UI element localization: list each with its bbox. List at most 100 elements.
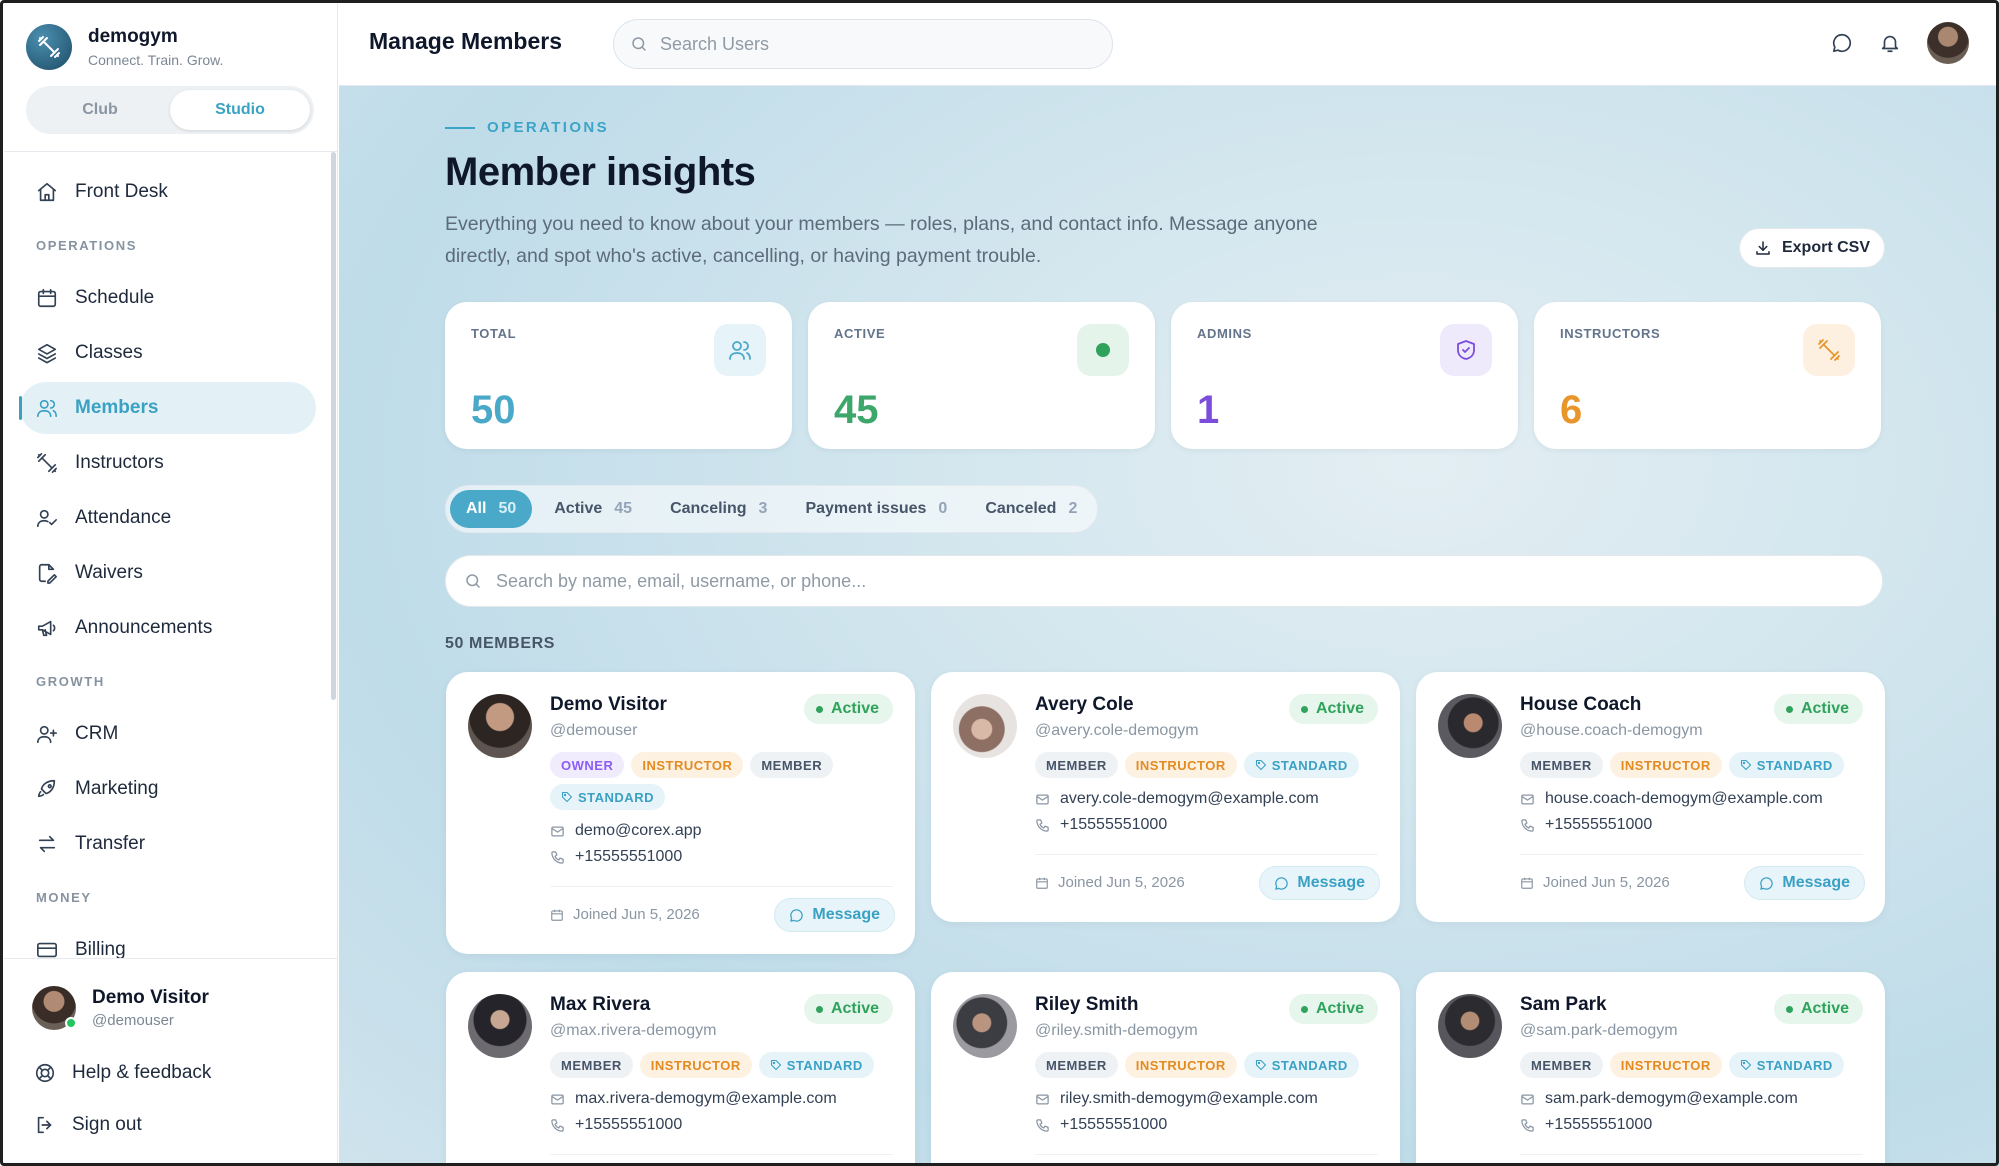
sidebar-nav: Front Desk OPERATIONS Schedule Classes M… [19,166,316,979]
main-content: OPERATIONS Member insights Everything yo… [339,86,1999,1166]
sidebar-item-attendance[interactable]: Attendance [20,492,316,544]
status-badge: Active [803,694,893,724]
brand[interactable]: demogym Connect. Train. Grow. [26,24,223,70]
phone-icon [1521,818,1534,832]
avatar [468,994,532,1058]
brand-logo-icon [26,24,72,70]
joined-date: Joined Jun 5, 2026 [550,906,700,923]
tab-count: 2 [1068,500,1078,517]
status-filter-tabs: All 50 Active 45 Canceling 3 Payment issues… [445,485,1099,533]
role-tags: MEMBER INSTRUCTOR STANDARD [1520,1052,1870,1078]
status-dot-icon [815,1005,823,1013]
plan-label: STANDARD [1271,757,1348,773]
phone-icon [1036,1118,1049,1132]
page-description: Everything you need to know about your m… [445,213,1318,267]
role-tags: MEMBER INSTRUCTOR STANDARD [550,1052,900,1078]
online-indicator [65,1017,77,1029]
tab-label: All [466,500,487,517]
tab-canceled[interactable]: Canceled 2 [969,490,1093,528]
search-icon [630,35,648,53]
sidebar-item-crm[interactable]: CRM [20,708,316,760]
tab-payment-issues[interactable]: Payment issues 0 [789,490,963,528]
joined-date: Joined Jun 5, 2026 [1035,874,1185,891]
user-plus-icon [36,723,58,745]
member-card[interactable]: Demo Visitor @demouser Active OWNER INST… [446,672,915,954]
user-search-input[interactable]: Search Users [613,19,1113,69]
status-badge: Active [803,994,893,1024]
sidebar-scrollbar[interactable] [331,152,336,700]
role-tags: MEMBER INSTRUCTOR STANDARD [1035,1052,1385,1078]
export-csv-button[interactable]: Export CSV [1739,228,1885,268]
member-username: @avery.cole-demogym [1035,722,1199,739]
role-tag-instructor: INSTRUCTOR [1124,1052,1237,1078]
message-button[interactable]: Message [1744,866,1865,900]
phone-text: +15555551000 [1060,816,1168,833]
section-eyebrow: OPERATIONS [445,119,609,136]
tab-label: Canceled [985,500,1057,517]
current-user[interactable]: Demo Visitor @demouser [32,986,209,1030]
avatar [32,986,77,1030]
role-tag-instructor: INSTRUCTOR [1609,1052,1722,1078]
status-dot-icon [1077,324,1129,376]
status-badge: Active [1288,694,1378,724]
tab-label: Payment issues [805,500,927,517]
page-title: Manage Members [369,28,563,54]
tab-active[interactable]: Active 45 [538,490,648,528]
help-feedback-link[interactable]: Help & feedback [34,1062,211,1084]
phone-icon [1036,818,1049,832]
member-card[interactable]: Sam Park @sam.park-demogym Active MEMBER… [1416,972,1885,1166]
message-button[interactable]: Message [1259,866,1380,900]
member-name: Avery Cole [1035,694,1134,715]
plan-tag: STANDARD [1243,1052,1359,1078]
sidebar-item-classes[interactable]: Classes [20,327,316,379]
member-phone: +15555551000 [1035,816,1167,834]
sidebar-item-front-desk[interactable]: Front Desk [20,166,316,218]
role-tag-member: MEMBER [1520,752,1603,778]
chat-icon [1760,876,1774,890]
phone-icon [551,850,564,864]
sidebar-item-members[interactable]: Members [19,382,316,434]
member-search-input[interactable]: Search by name, email, username, or phon… [445,555,1883,607]
section-heading-money: MONEY [36,890,92,905]
avatar [1438,694,1502,758]
sign-out-label: Sign out [72,1114,142,1135]
member-card[interactable]: House Coach @house.coach-demogym Active … [1416,672,1885,922]
eyebrow-line [445,126,475,129]
chat-icon[interactable] [1831,32,1853,54]
sidebar-item-label: Members [75,397,159,418]
section-heading-operations: OPERATIONS [36,238,137,253]
sidebar-item-billing[interactable]: Billing [20,924,316,976]
sign-out-link[interactable]: Sign out [34,1114,142,1136]
member-card[interactable]: Avery Cole @avery.cole-demogym Active ME… [931,672,1400,922]
tab-all[interactable]: All 50 [450,490,533,528]
user-name: Demo Visitor [92,987,209,1008]
sidebar-item-marketing[interactable]: Marketing [20,763,316,815]
member-card[interactable]: Max Rivera @max.rivera-demogym Active ME… [446,972,915,1166]
sidebar-item-label: Attendance [75,507,172,528]
phone-text: +15555551000 [1545,816,1653,833]
club-option[interactable]: Club [30,90,170,130]
email-text: max.rivera-demogym@example.com [575,1090,837,1107]
email-text: sam.park-demogym@example.com [1545,1090,1798,1107]
sidebar-item-waivers[interactable]: Waivers [20,547,316,599]
role-tag-member: MEMBER [1035,1052,1118,1078]
member-card[interactable]: Riley Smith @riley.smith-demogym Active … [931,972,1400,1166]
member-username: @max.rivera-demogym [550,1022,717,1039]
stat-label: ADMINS [1197,326,1252,341]
role-tag-member: MEMBER [1520,1052,1603,1078]
profile-avatar[interactable] [1927,22,1969,64]
sidebar-item-instructors[interactable]: Instructors [20,437,316,489]
stat-value: 6 [1560,388,1583,432]
plan-label: STANDARD [1756,757,1833,773]
sidebar-item-transfer[interactable]: Transfer [20,818,316,870]
sidebar-item-announcements[interactable]: Announcements [20,602,316,654]
stat-card-active: ACTIVE 45 [808,302,1155,449]
bell-icon[interactable] [1879,32,1901,54]
tab-canceling[interactable]: Canceling 3 [654,490,783,528]
studio-option[interactable]: Studio [170,90,310,130]
card-divider [1520,854,1863,855]
tag-icon [1740,759,1751,771]
sidebar-item-schedule[interactable]: Schedule [20,272,316,324]
role-tag-instructor: INSTRUCTOR [631,752,744,778]
message-button[interactable]: Message [774,898,895,932]
